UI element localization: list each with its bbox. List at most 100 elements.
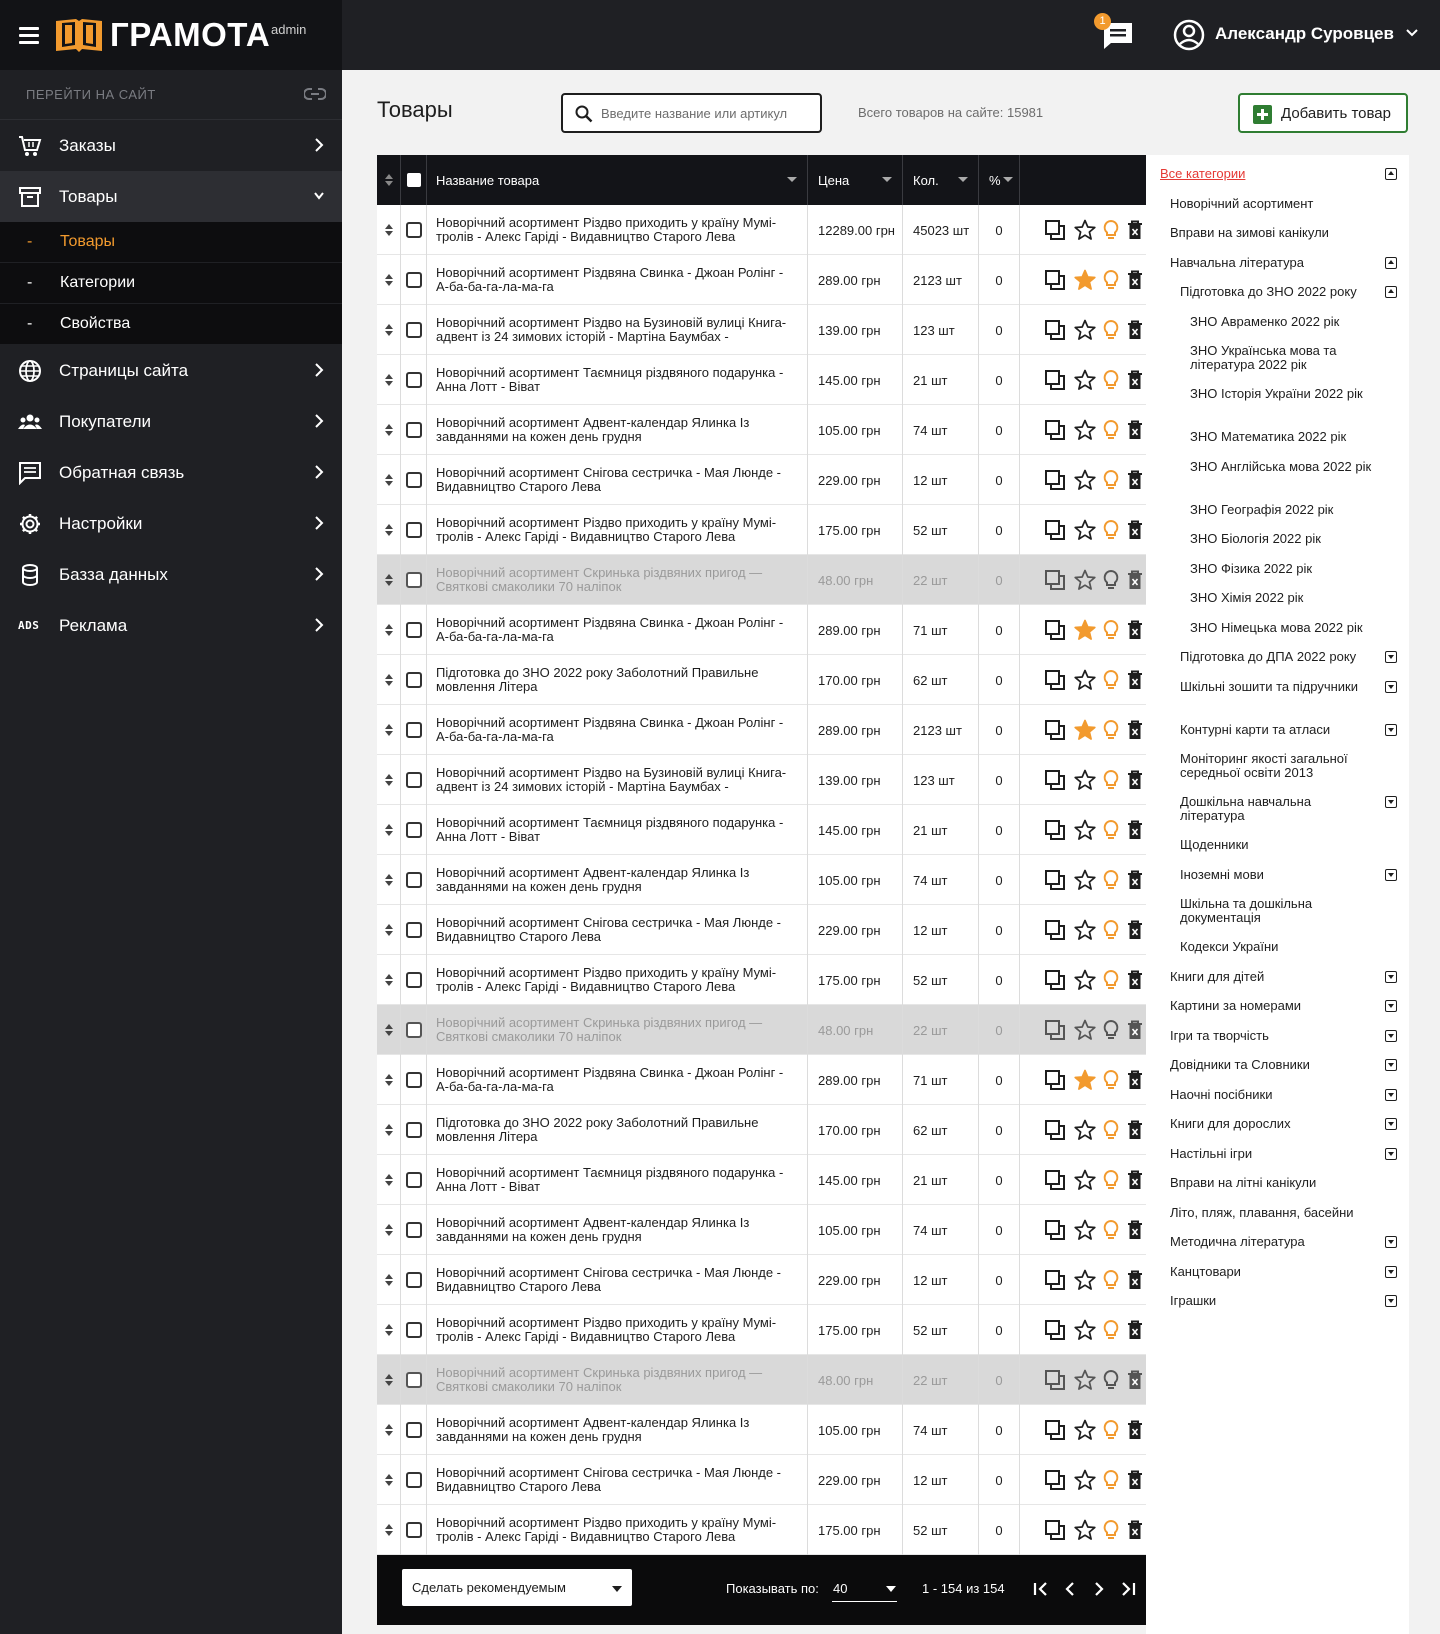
trash-icon[interactable] bbox=[1126, 969, 1144, 991]
star-icon[interactable] bbox=[1074, 469, 1096, 491]
drag-handle[interactable] bbox=[377, 805, 401, 855]
drag-handle[interactable] bbox=[377, 755, 401, 805]
table-row[interactable]: Новорічний асортимент Скринька різдвяних… bbox=[377, 1355, 1146, 1405]
category-item[interactable]: ЗНО Авраменко 2022 рік bbox=[1190, 314, 1385, 329]
star-icon[interactable] bbox=[1074, 669, 1096, 691]
table-row[interactable]: Новорічний асортимент Різдвяна Свинка - … bbox=[377, 605, 1146, 655]
star-icon[interactable] bbox=[1074, 1219, 1096, 1241]
star-icon[interactable] bbox=[1074, 919, 1096, 941]
star-icon[interactable] bbox=[1074, 1069, 1096, 1091]
copy-icon[interactable] bbox=[1044, 869, 1066, 891]
product-name[interactable]: Новорічний асортимент Адвент-календар Ял… bbox=[436, 866, 807, 894]
lightbulb-icon[interactable] bbox=[1102, 219, 1120, 241]
prev-page-icon[interactable] bbox=[1060, 1579, 1080, 1599]
lightbulb-icon[interactable] bbox=[1102, 569, 1120, 591]
table-row[interactable]: Новорічний асортимент Адвент-календар Ял… bbox=[377, 1405, 1146, 1455]
user-avatar-icon[interactable] bbox=[1173, 19, 1205, 51]
expand-icon[interactable] bbox=[1385, 723, 1397, 736]
last-page-icon[interactable] bbox=[1118, 1579, 1138, 1599]
lightbulb-icon[interactable] bbox=[1102, 1119, 1120, 1141]
copy-icon[interactable] bbox=[1044, 769, 1066, 791]
lightbulb-icon[interactable] bbox=[1102, 919, 1120, 941]
product-name[interactable]: Новорічний асортимент Скринька різдвяних… bbox=[436, 1366, 807, 1394]
table-row[interactable]: Підготовка до ЗНО 2022 року Заболотний П… bbox=[377, 1105, 1146, 1155]
product-name[interactable]: Новорічний асортимент Снігова сестричка … bbox=[436, 916, 807, 944]
expand-icon[interactable] bbox=[1385, 1236, 1397, 1248]
lightbulb-icon[interactable] bbox=[1102, 1169, 1120, 1191]
expand-icon[interactable] bbox=[1385, 1000, 1397, 1012]
row-checkbox[interactable] bbox=[405, 222, 422, 238]
trash-icon[interactable] bbox=[1126, 469, 1144, 491]
drag-handle[interactable] bbox=[377, 205, 401, 255]
product-name[interactable]: Підготовка до ЗНО 2022 року Заболотний П… bbox=[436, 1116, 807, 1144]
expand-icon[interactable] bbox=[1385, 1147, 1397, 1160]
expand-icon[interactable] bbox=[1385, 970, 1397, 983]
drag-handle[interactable] bbox=[377, 655, 401, 705]
star-icon[interactable] bbox=[1074, 369, 1096, 391]
product-name[interactable]: Новорічний асортимент Таємниця різдвяног… bbox=[436, 366, 807, 394]
row-checkbox[interactable] bbox=[405, 622, 422, 638]
copy-icon[interactable] bbox=[1044, 569, 1066, 591]
lightbulb-icon[interactable] bbox=[1102, 1269, 1120, 1291]
drag-handle[interactable] bbox=[377, 555, 401, 605]
lightbulb-icon[interactable] bbox=[1102, 1519, 1120, 1541]
expand-icon[interactable] bbox=[1385, 796, 1397, 808]
row-checkbox[interactable] bbox=[405, 1422, 422, 1438]
lightbulb-icon[interactable] bbox=[1102, 669, 1120, 691]
product-name[interactable]: Новорічний асортимент Різдвяна Свинка - … bbox=[436, 616, 807, 644]
category-item[interactable]: Іграшки bbox=[1170, 1294, 1380, 1308]
drag-handle[interactable] bbox=[377, 1405, 401, 1455]
category-item[interactable]: Ігри та творчість bbox=[1170, 1028, 1380, 1043]
star-icon[interactable] bbox=[1074, 1419, 1096, 1441]
sidebar-subitem-properties[interactable]: - Свойства bbox=[0, 304, 342, 345]
copy-icon[interactable] bbox=[1044, 1319, 1066, 1341]
category-item[interactable]: ЗНО Математика 2022 рік bbox=[1190, 430, 1385, 444]
sidebar-item-products[interactable]: Товары bbox=[0, 171, 342, 222]
row-checkbox[interactable] bbox=[405, 572, 422, 588]
product-name[interactable]: Новорічний асортимент Різдво на Бузинові… bbox=[436, 316, 807, 344]
collapse-icon[interactable] bbox=[1385, 168, 1397, 180]
category-item[interactable]: Контурні карти та атласи bbox=[1180, 722, 1375, 737]
product-name[interactable]: Новорічний асортимент Різдво приходить у… bbox=[436, 216, 807, 244]
row-checkbox[interactable] bbox=[405, 872, 422, 888]
drag-handle[interactable] bbox=[377, 405, 401, 455]
copy-icon[interactable] bbox=[1044, 1119, 1066, 1141]
expand-icon[interactable] bbox=[1385, 1265, 1397, 1278]
copy-icon[interactable] bbox=[1044, 1519, 1066, 1541]
row-checkbox[interactable] bbox=[405, 422, 422, 438]
product-name[interactable]: Новорічний асортимент Таємниця різдвяног… bbox=[436, 816, 807, 844]
product-name[interactable]: Новорічний асортимент Скринька різдвяних… bbox=[436, 566, 807, 594]
table-row[interactable]: Новорічний асортимент Різдвяна Свинка - … bbox=[377, 705, 1146, 755]
category-item[interactable]: Новорічний асортимент bbox=[1170, 196, 1380, 211]
table-row[interactable]: Новорічний асортимент Таємниця різдвяног… bbox=[377, 355, 1146, 405]
sidebar-subitem-products[interactable]: - Товары bbox=[0, 222, 342, 263]
product-name[interactable]: Новорічний асортимент Снігова сестричка … bbox=[436, 1466, 807, 1494]
copy-icon[interactable] bbox=[1044, 1169, 1066, 1191]
star-icon[interactable] bbox=[1074, 219, 1096, 241]
category-item[interactable]: ЗНО Історія України 2022 рік bbox=[1190, 387, 1385, 401]
category-item[interactable]: Канцтовари bbox=[1170, 1264, 1380, 1279]
copy-icon[interactable] bbox=[1044, 969, 1066, 991]
goto-site-link[interactable]: ПЕРЕЙТИ НА САЙТ bbox=[0, 70, 342, 120]
drag-handle[interactable] bbox=[377, 1005, 401, 1055]
lightbulb-icon[interactable] bbox=[1102, 369, 1120, 391]
row-checkbox[interactable] bbox=[405, 272, 422, 288]
bulk-action-select[interactable]: Сделать рекомендуемым bbox=[402, 1569, 632, 1606]
lightbulb-icon[interactable] bbox=[1102, 319, 1120, 341]
expand-icon[interactable] bbox=[1385, 1029, 1397, 1042]
copy-icon[interactable] bbox=[1044, 719, 1066, 741]
trash-icon[interactable] bbox=[1126, 819, 1144, 841]
row-checkbox[interactable] bbox=[405, 1122, 422, 1138]
category-item[interactable]: Наочні посібники bbox=[1170, 1087, 1380, 1102]
user-name[interactable]: Александр Суровцев bbox=[1215, 24, 1394, 44]
category-item[interactable]: Навчальна література bbox=[1170, 255, 1380, 270]
sidebar-subitem-categories[interactable]: - Категории bbox=[0, 263, 342, 304]
trash-icon[interactable] bbox=[1126, 919, 1144, 941]
column-qty[interactable]: Кол. bbox=[903, 155, 979, 205]
copy-icon[interactable] bbox=[1044, 469, 1066, 491]
lightbulb-icon[interactable] bbox=[1102, 269, 1120, 291]
star-icon[interactable] bbox=[1074, 1269, 1096, 1291]
search-input[interactable] bbox=[601, 103, 811, 123]
category-item[interactable]: Кодекси України bbox=[1180, 940, 1375, 954]
row-checkbox[interactable] bbox=[405, 772, 422, 788]
